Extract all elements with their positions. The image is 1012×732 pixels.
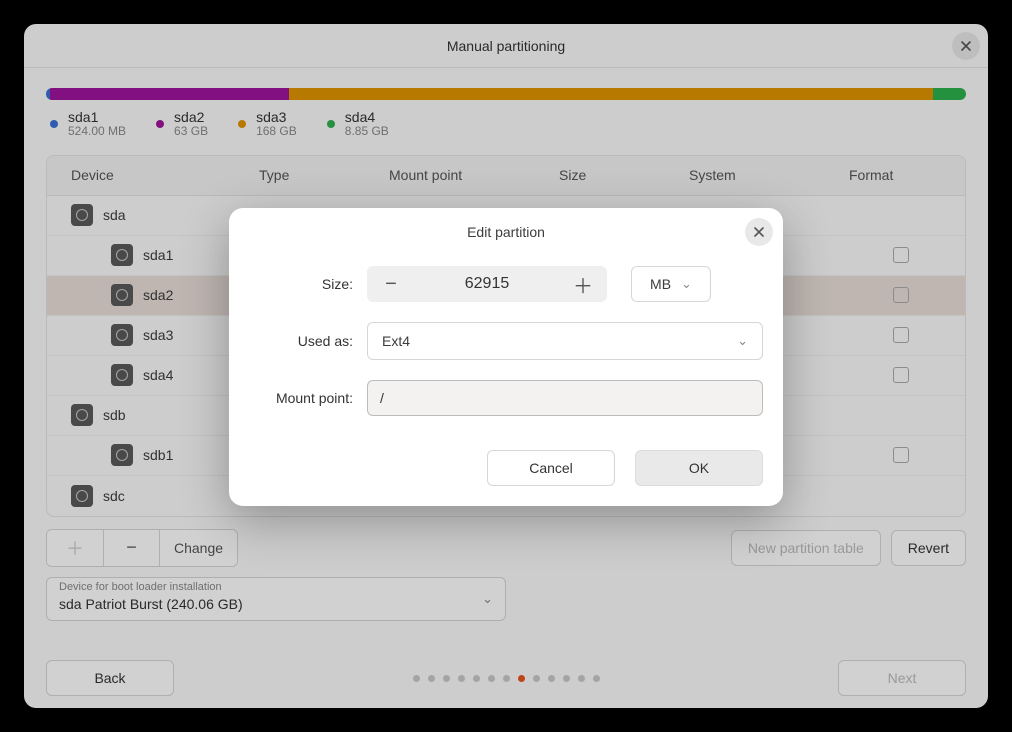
close-icon	[753, 226, 765, 238]
size-stepper: − 62915 ＋	[367, 266, 607, 302]
dialog-header: Edit partition	[229, 208, 783, 256]
used-as-label: Used as:	[249, 333, 353, 349]
chevron-down-icon: ⌄	[737, 333, 748, 349]
ok-button[interactable]: OK	[635, 450, 763, 486]
edit-partition-dialog: Edit partition Size: − 62915 ＋ MB ⌄ Used…	[229, 208, 783, 506]
dialog-footer: Cancel OK	[229, 440, 783, 506]
size-label: Size:	[249, 276, 353, 292]
mount-point-input[interactable]	[367, 380, 763, 416]
dialog-close-button[interactable]	[745, 218, 773, 246]
cancel-button[interactable]: Cancel	[487, 450, 615, 486]
filesystem-value: Ext4	[382, 333, 410, 349]
size-row: Size: − 62915 ＋ MB ⌄	[249, 266, 763, 302]
chevron-down-icon: ⌄	[681, 276, 692, 292]
mount-point-row: Mount point:	[249, 380, 763, 416]
plus-icon: ＋	[573, 270, 593, 299]
size-unit-value: MB	[650, 276, 671, 292]
size-value[interactable]: 62915	[415, 275, 559, 293]
used-as-row: Used as: Ext4 ⌄	[249, 322, 763, 360]
size-unit-select[interactable]: MB ⌄	[631, 266, 711, 302]
mount-point-label: Mount point:	[249, 390, 353, 406]
size-increment-button[interactable]: ＋	[559, 266, 607, 302]
dialog-title: Edit partition	[467, 224, 545, 240]
dialog-body: Size: − 62915 ＋ MB ⌄ Used as: Ext4 ⌄ Mou…	[229, 256, 783, 440]
size-decrement-button[interactable]: −	[367, 266, 415, 302]
filesystem-select[interactable]: Ext4 ⌄	[367, 322, 763, 360]
minus-icon: −	[385, 273, 397, 296]
